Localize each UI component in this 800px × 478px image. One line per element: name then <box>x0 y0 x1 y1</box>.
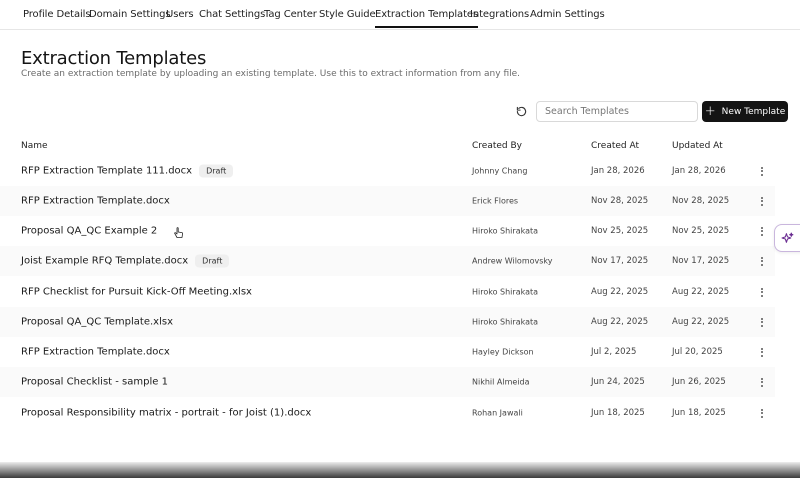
updated-at: Jun 26, 2025 <box>672 377 726 387</box>
column-header-name: Name <box>21 141 48 151</box>
created-by: Hiroko Shirakata <box>472 317 539 327</box>
created-by: Erick Flores <box>472 196 519 206</box>
template-name: Proposal QA_QC Example 2 <box>21 225 158 237</box>
created-at: Nov 28, 2025 <box>591 196 649 206</box>
tab-integrations[interactable]: Integrations <box>470 9 529 20</box>
more-vertical-icon[interactable] <box>756 254 768 268</box>
template-name: RFP Extraction Template 111.docx <box>21 165 193 177</box>
search-input[interactable] <box>536 101 698 122</box>
template-name-cell: Joist Example RFQ Template.docx Draft <box>21 254 230 268</box>
template-name-cell: Proposal Responsibility matrix - portrai… <box>21 408 311 419</box>
created-at: Nov 25, 2025 <box>591 226 649 236</box>
ai-assistant-button[interactable] <box>774 224 800 252</box>
created-at: Jul 2, 2025 <box>591 347 637 357</box>
template-name-cell: Proposal Checklist - sample 1 <box>21 377 168 388</box>
template-name-cell: Proposal QA_QC Template.xlsx <box>21 317 173 328</box>
template-name: RFP Extraction Template.docx <box>21 346 170 358</box>
table-row[interactable]: Proposal Responsibility matrix - portrai… <box>0 398 775 428</box>
created-by: Nikhil Almeida <box>472 377 530 387</box>
updated-at: Aug 22, 2025 <box>672 317 730 327</box>
template-name-cell: RFP Extraction Template.docx <box>21 196 170 207</box>
created-at: Nov 17, 2025 <box>591 256 649 266</box>
more-vertical-icon[interactable] <box>756 194 768 208</box>
template-name-cell: RFP Checklist for Pursuit Kick-Off Meeti… <box>21 287 252 298</box>
tab-admin-settings[interactable]: Admin Settings <box>530 9 605 20</box>
template-name: Proposal QA_QC Template.xlsx <box>21 316 174 328</box>
created-at: Aug 22, 2025 <box>591 317 649 327</box>
updated-at: Jan 28, 2026 <box>672 166 726 176</box>
template-name: RFP Checklist for Pursuit Kick-Off Meeti… <box>21 286 252 298</box>
updated-at: Jun 18, 2025 <box>672 408 726 418</box>
updated-at: Nov 28, 2025 <box>672 196 730 206</box>
updated-at: Jul 20, 2025 <box>672 347 723 357</box>
created-at: Jan 28, 2026 <box>591 166 645 176</box>
tab-tag-center[interactable]: Tag Center <box>264 9 317 20</box>
template-name: Proposal Checklist - sample 1 <box>21 376 168 388</box>
refresh-button[interactable] <box>514 104 528 118</box>
table-row[interactable]: Proposal QA_QC Template.xlsx Hiroko Shir… <box>0 307 775 337</box>
updated-at: Aug 22, 2025 <box>672 287 730 297</box>
mouse-cursor-icon <box>174 227 183 238</box>
table-row[interactable]: Proposal Checklist - sample 1 Nikhil Alm… <box>0 367 775 397</box>
table-row[interactable]: Proposal QA_QC Example 2 Hiroko Shirakat… <box>0 216 775 246</box>
more-vertical-icon[interactable] <box>756 224 768 238</box>
table-row[interactable]: RFP Checklist for Pursuit Kick-Off Meeti… <box>0 277 775 307</box>
created-at: Jun 24, 2025 <box>591 377 645 387</box>
template-name-cell: RFP Extraction Template 111.docx Draft <box>21 164 234 178</box>
column-header-created-at: Created At <box>591 141 640 151</box>
more-vertical-icon[interactable] <box>756 285 768 299</box>
column-header-created-by: Created By <box>472 141 522 151</box>
created-by: Andrew Wilomovsky <box>472 256 553 266</box>
created-by: Hiroko Shirakata <box>472 226 539 236</box>
template-name-cell: RFP Extraction Template.docx <box>21 347 170 358</box>
new-template-label: New Template <box>721 106 786 117</box>
tab-users[interactable]: Users <box>166 9 194 20</box>
table-row[interactable]: Joist Example RFQ Template.docx Draft An… <box>0 246 775 276</box>
created-by: Rohan Jawali <box>472 408 523 418</box>
draft-badge: Draft <box>199 164 234 178</box>
created-by: Hayley Dickson <box>472 347 534 357</box>
created-at: Jun 18, 2025 <box>591 408 645 418</box>
updated-at: Nov 25, 2025 <box>672 226 730 236</box>
refresh-icon <box>516 106 526 116</box>
new-template-button[interactable]: + New Template <box>702 101 788 122</box>
table-row[interactable]: RFP Extraction Template.docx Hayley Dick… <box>0 337 775 367</box>
template-name: RFP Extraction Template.docx <box>21 195 170 207</box>
tab-domain-settings[interactable]: Domain Settings <box>89 9 171 20</box>
sparkle-icon <box>781 232 794 243</box>
more-vertical-icon[interactable] <box>756 375 768 389</box>
more-vertical-icon[interactable] <box>756 406 768 420</box>
more-vertical-icon[interactable] <box>756 345 768 359</box>
template-name: Proposal Responsibility matrix - portrai… <box>21 407 312 419</box>
window-bottom-edge <box>0 462 800 478</box>
template-name-cell: Proposal QA_QC Example 2 <box>21 226 157 237</box>
tab-extraction-templates[interactable]: Extraction Templates <box>375 9 478 28</box>
more-vertical-icon[interactable] <box>756 315 768 329</box>
created-by: Johnny Chang <box>472 166 528 176</box>
updated-at: Nov 17, 2025 <box>672 256 730 266</box>
draft-badge: Draft <box>195 254 230 268</box>
page-subtitle: Create an extraction template by uploadi… <box>21 69 521 79</box>
tab-style-guide[interactable]: Style Guide <box>319 9 376 20</box>
column-header-updated-at: Updated At <box>672 141 723 151</box>
settings-tabs: Profile Details Domain Settings Users Ch… <box>0 0 800 30</box>
page-title: Extraction Templates <box>21 48 207 69</box>
table-row[interactable]: RFP Extraction Template.docx Erick Flore… <box>0 186 775 216</box>
created-by: Hiroko Shirakata <box>472 287 539 297</box>
created-at: Aug 22, 2025 <box>591 287 649 297</box>
more-vertical-icon[interactable] <box>756 164 768 178</box>
tab-profile-details[interactable]: Profile Details <box>23 9 91 20</box>
tab-chat-settings[interactable]: Chat Settings <box>199 9 265 20</box>
plus-icon: + <box>704 104 716 119</box>
table-row[interactable]: RFP Extraction Template 111.docx Draft J… <box>0 156 775 186</box>
template-name: Joist Example RFQ Template.docx <box>21 255 189 267</box>
